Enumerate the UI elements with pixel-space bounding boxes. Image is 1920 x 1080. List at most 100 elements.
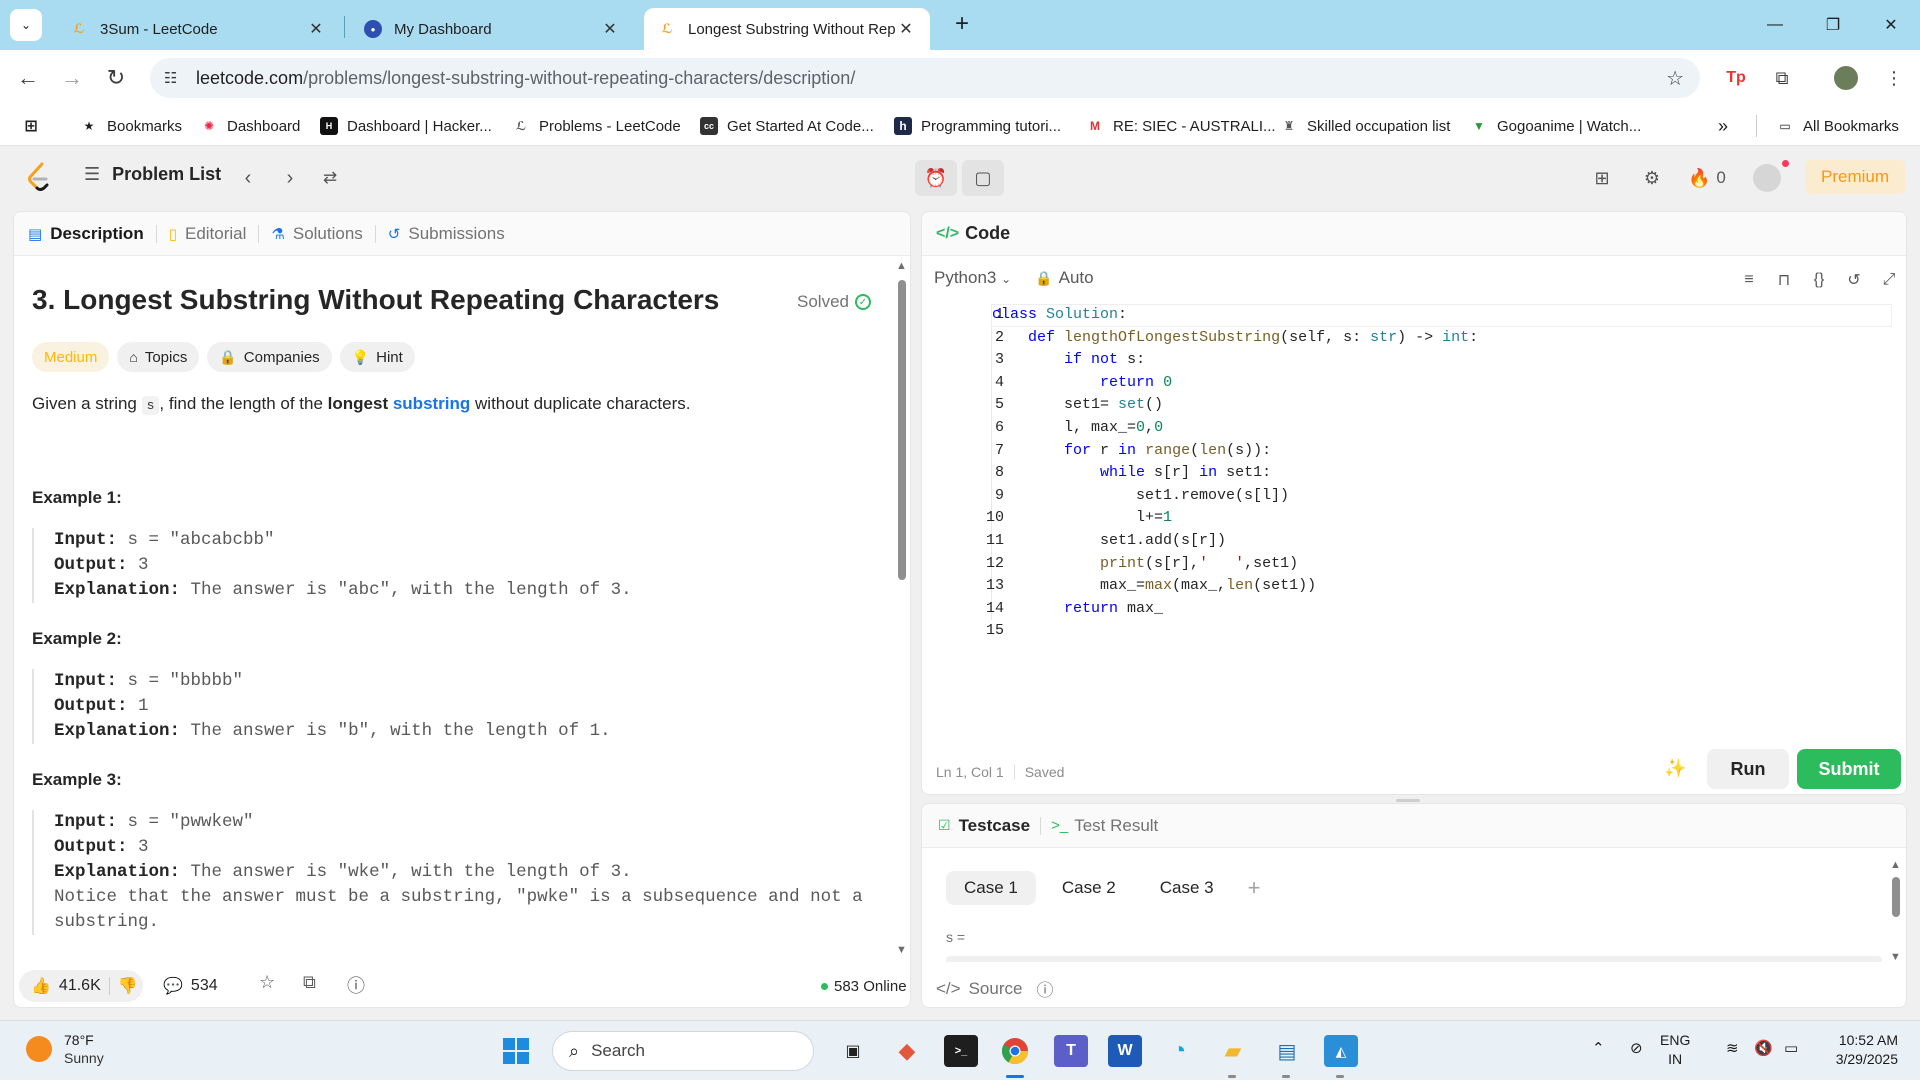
- tab-description[interactable]: ▤ Description: [28, 224, 144, 244]
- bookmark-bookmarks[interactable]: ★ Bookmarks: [80, 115, 182, 137]
- edge-icon[interactable]: ◔: [1162, 1035, 1196, 1067]
- help-icon[interactable]: ⓘ: [1036, 976, 1053, 1001]
- bookmark-codecademy[interactable]: cc Get Started At Code...: [700, 115, 874, 137]
- source-toggle[interactable]: </> Source ⓘ: [936, 976, 1053, 1001]
- braces-icon[interactable]: {}: [1807, 268, 1831, 292]
- reload-button[interactable]: ↻: [100, 62, 132, 94]
- close-icon[interactable]: ✕: [600, 19, 620, 39]
- hint-chip[interactable]: 💡 Hint: [339, 342, 415, 372]
- bookmark-dashboard[interactable]: ✺ Dashboard: [200, 115, 300, 137]
- comments-button[interactable]: 💬 534: [155, 970, 218, 1002]
- teams-icon[interactable]: T: [1054, 1035, 1088, 1067]
- back-button[interactable]: ←: [12, 62, 44, 94]
- case-2-tab[interactable]: Case 2: [1044, 871, 1134, 905]
- weather-widget[interactable]: 78°F Sunny: [26, 1031, 104, 1067]
- word-icon[interactable]: W: [1108, 1035, 1142, 1067]
- bookmark-gmail-siec[interactable]: M RE: SIEC - AUSTRALI...: [1086, 115, 1276, 137]
- battery-icon[interactable]: ▭: [1784, 1039, 1798, 1057]
- restore-button[interactable]: ❐: [1804, 0, 1862, 50]
- system-clock[interactable]: 10:52 AM 3/29/2025: [1826, 1031, 1898, 1069]
- notes-button[interactable]: ▢: [962, 160, 1004, 196]
- scroll-down-arrow-icon[interactable]: ▼: [896, 944, 907, 956]
- close-icon[interactable]: ✕: [306, 19, 326, 39]
- task-view-icon[interactable]: ▣: [836, 1035, 870, 1067]
- apps-grid-icon[interactable]: ⊞: [22, 115, 49, 137]
- tab-solutions[interactable]: ⚗ Solutions: [271, 224, 362, 244]
- scroll-down-arrow-icon[interactable]: ▼: [1890, 951, 1901, 963]
- description-scrollbar[interactable]: ▲ ▼: [896, 260, 907, 960]
- extension-tp-icon[interactable]: Tp: [1722, 64, 1750, 92]
- topics-chip[interactable]: ⌂ Topics: [117, 342, 200, 372]
- layout-grid-icon[interactable]: ⊞: [1588, 164, 1616, 192]
- substring-link[interactable]: substring: [393, 394, 470, 413]
- case-3-tab[interactable]: Case 3: [1142, 871, 1232, 905]
- favorite-star-icon[interactable]: ☆: [259, 972, 275, 993]
- bookmark-leetcode-problems[interactable]: ℒ Problems - LeetCode: [512, 115, 681, 137]
- next-problem-chevron-icon[interactable]: ›: [276, 164, 304, 192]
- leetcode-logo[interactable]: [26, 162, 52, 192]
- browser-menu-icon[interactable]: ⋮: [1880, 64, 1908, 92]
- scroll-thumb[interactable]: [898, 280, 906, 580]
- user-avatar[interactable]: [1752, 160, 1789, 192]
- browser-tab-dashboard[interactable]: ● My Dashboard ✕: [350, 8, 634, 50]
- tab-testcase[interactable]: ☑ Testcase: [938, 816, 1030, 836]
- scroll-up-arrow-icon[interactable]: ▲: [1890, 859, 1901, 871]
- bookmark-star-icon[interactable]: ☆: [1666, 66, 1684, 91]
- streak-counter[interactable]: 🔥 0: [1688, 164, 1726, 192]
- terminal-app-icon[interactable]: >_: [944, 1035, 978, 1067]
- profile-avatar[interactable]: [1832, 64, 1860, 92]
- input-field-edge[interactable]: [946, 956, 1882, 962]
- tab-test-result[interactable]: >_ Test Result: [1051, 816, 1158, 836]
- add-case-button[interactable]: +: [1240, 871, 1269, 905]
- address-bar[interactable]: ☷ leetcode.com/problems/longest-substrin…: [150, 58, 1700, 98]
- code-editor[interactable]: 1 class Solution: 2 def lengthOfLongestSu…: [922, 304, 1906, 643]
- wifi-icon[interactable]: ≋: [1726, 1039, 1739, 1057]
- bookmark-programming-tutorials[interactable]: h Programming tutori...: [894, 115, 1061, 137]
- bookmarks-overflow-chevron-icon[interactable]: »: [1718, 115, 1728, 137]
- auto-mode-label[interactable]: Auto: [1059, 268, 1094, 288]
- site-settings-icon[interactable]: ☷: [164, 69, 186, 87]
- submit-button[interactable]: Submit: [1797, 749, 1901, 789]
- fullscreen-icon[interactable]: ⤢: [1877, 268, 1901, 292]
- all-bookmarks-button[interactable]: ▭ All Bookmarks: [1776, 115, 1899, 137]
- close-icon[interactable]: ✕: [896, 19, 916, 39]
- run-button[interactable]: Run: [1707, 749, 1789, 789]
- prev-problem-chevron-icon[interactable]: ‹: [234, 164, 262, 192]
- bookmark-skilled-occupation[interactable]: ♜ Skilled occupation list: [1280, 115, 1451, 137]
- companies-chip[interactable]: 🔒 Companies: [207, 342, 332, 372]
- bookmark-icon[interactable]: ⊓: [1772, 268, 1796, 292]
- volume-muted-icon[interactable]: 🔇: [1754, 1039, 1773, 1057]
- tab-search-button[interactable]: ⌄: [10, 9, 42, 41]
- tab-editorial[interactable]: ▯ Editorial: [169, 224, 247, 244]
- scroll-thumb[interactable]: [1892, 877, 1900, 917]
- language-select[interactable]: Python3 ⌄: [934, 268, 1011, 288]
- shuffle-icon[interactable]: ⇄: [316, 164, 344, 192]
- windows-start-icon[interactable]: [499, 1035, 533, 1067]
- share-icon[interactable]: ⧉: [303, 972, 316, 993]
- ai-sparkle-icon[interactable]: ✨: [1664, 758, 1686, 779]
- format-lines-icon[interactable]: ≡: [1737, 268, 1761, 292]
- panel-resize-handle[interactable]: [1396, 799, 1420, 802]
- tray-overflow-chevron-icon[interactable]: ⌃: [1592, 1039, 1605, 1057]
- chrome-icon[interactable]: [998, 1035, 1032, 1067]
- thumbs-up-icon[interactable]: 👍: [31, 976, 51, 996]
- help-icon[interactable]: ⓘ: [347, 972, 365, 998]
- remote-desktop-icon[interactable]: ▤: [1270, 1035, 1304, 1067]
- premium-button[interactable]: Premium: [1805, 160, 1905, 194]
- scroll-up-arrow-icon[interactable]: ▲: [896, 260, 907, 272]
- browser-tab-3sum[interactable]: ℒ 3Sum - LeetCode ✕: [56, 8, 340, 50]
- copilot-icon[interactable]: ◆: [890, 1035, 924, 1067]
- settings-gear-icon[interactable]: ⚙: [1638, 164, 1666, 192]
- file-explorer-icon[interactable]: ▰: [1216, 1035, 1250, 1067]
- extensions-puzzle-icon[interactable]: ⧉: [1768, 64, 1796, 92]
- forward-button[interactable]: →: [56, 62, 88, 94]
- thumbs-down-icon[interactable]: 👎: [118, 976, 138, 996]
- photos-app-icon[interactable]: ◭: [1324, 1035, 1358, 1067]
- problem-list-button[interactable]: ☰ Problem List: [84, 164, 221, 185]
- bookmark-gogoanime[interactable]: ▼ Gogoanime | Watch...: [1470, 115, 1641, 137]
- tab-submissions[interactable]: ↺ Submissions: [388, 224, 505, 244]
- browser-tab-longest-substring[interactable]: ℒ Longest Substring Without Rep ✕: [644, 8, 930, 50]
- bookmark-hackerrank[interactable]: H Dashboard | Hacker...: [320, 115, 492, 137]
- taskbar-search[interactable]: ⌕ Search: [552, 1031, 814, 1071]
- timer-button[interactable]: ⏰: [915, 160, 957, 196]
